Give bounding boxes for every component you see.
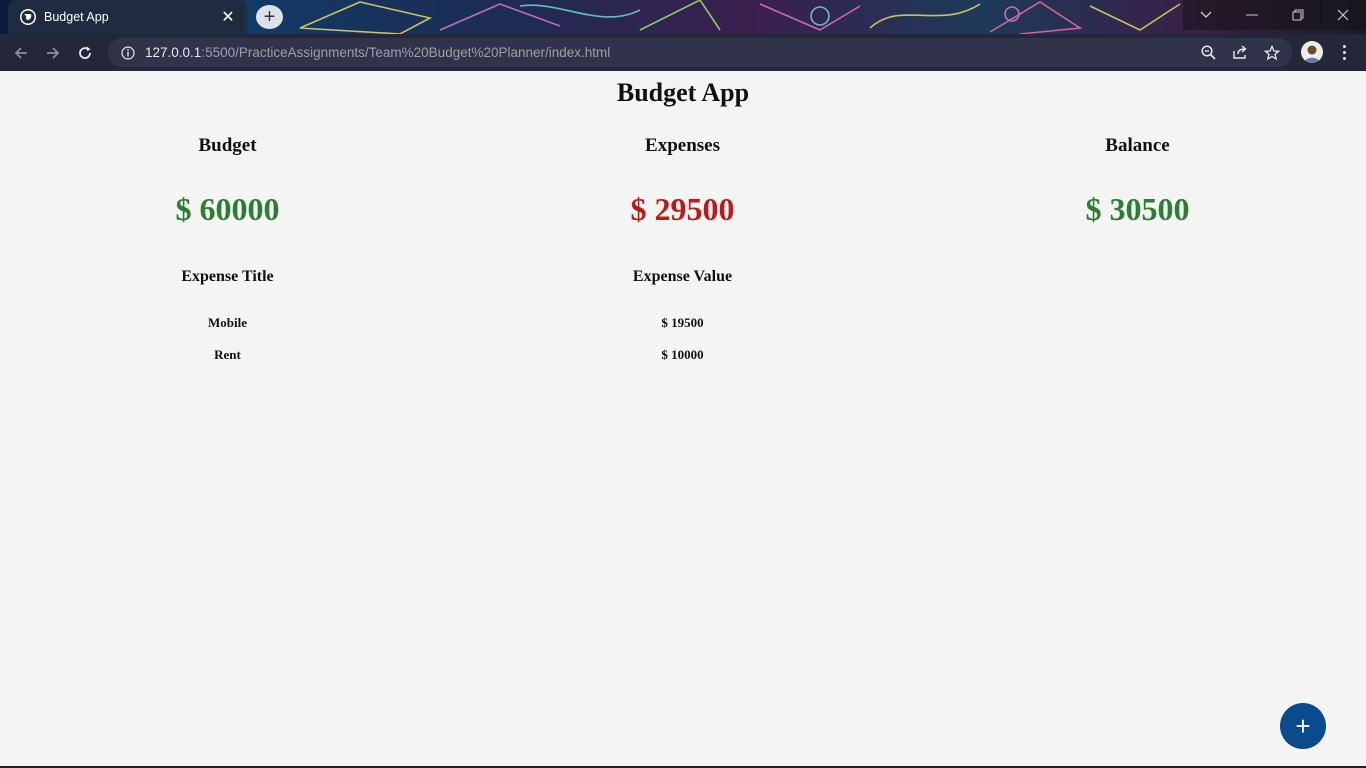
tab-title: Budget App: [44, 10, 109, 24]
expense-title-cell: Mobile: [208, 315, 247, 330]
budget-label: Budget: [198, 135, 257, 156]
url-host: 127.0.0.1: [145, 45, 202, 60]
expense-title-cell: Rent: [214, 347, 241, 362]
balance-label: Balance: [1105, 135, 1170, 156]
reload-icon[interactable]: [72, 40, 98, 66]
info-icon[interactable]: [120, 45, 136, 61]
menu-icon[interactable]: [1335, 41, 1353, 63]
page-title: Budget App: [616, 78, 750, 107]
new-tab-button[interactable]: +: [256, 5, 283, 29]
minimize-icon[interactable]: [1229, 0, 1275, 30]
expenses-value: $ 29500: [630, 191, 735, 227]
restore-icon[interactable]: [1275, 0, 1321, 30]
browser-tab-active[interactable]: Budget App ✕: [8, 0, 247, 34]
browser-chrome: Budget App ✕ + 127.0.0.1:5500/PracticeAs…: [0, 0, 1366, 71]
globe-icon: [20, 9, 36, 25]
tab-search-icon[interactable]: [1183, 0, 1229, 30]
expense-value-header: Expense Value: [632, 268, 733, 285]
close-window-icon[interactable]: [1320, 0, 1366, 30]
forward-icon[interactable]: [40, 40, 66, 66]
share-icon[interactable]: [1229, 38, 1251, 67]
add-expense-button[interactable]: +: [1280, 703, 1326, 749]
url-path: :5500/PracticeAssignments/Team%20Budget%…: [201, 45, 611, 60]
browser-toolbar: 127.0.0.1:5500/PracticeAssignments/Team%…: [0, 34, 1366, 71]
expense-title-header: Expense Title: [181, 268, 274, 285]
close-tab-icon[interactable]: ✕: [219, 8, 237, 26]
zoom-icon[interactable]: [1197, 38, 1219, 67]
budget-app-page: Budget App Budget Expenses Balance $ 600…: [0, 71, 1366, 766]
expenses-label: Expenses: [645, 135, 720, 156]
address-bar[interactable]: 127.0.0.1:5500/PracticeAssignments/Team%…: [108, 38, 1292, 67]
expense-value-cell: $ 10000: [661, 347, 704, 362]
budget-value: $ 60000: [175, 191, 280, 227]
expense-value-cell: $ 19500: [661, 315, 704, 330]
star-icon[interactable]: [1261, 38, 1283, 67]
url-text[interactable]: 127.0.0.1:5500/PracticeAssignments/Team%…: [145, 45, 610, 60]
profile-avatar[interactable]: [1301, 41, 1323, 63]
back-icon[interactable]: [8, 40, 34, 66]
balance-value: $ 30500: [1085, 191, 1190, 227]
tab-strip: Budget App ✕ +: [0, 0, 1366, 34]
